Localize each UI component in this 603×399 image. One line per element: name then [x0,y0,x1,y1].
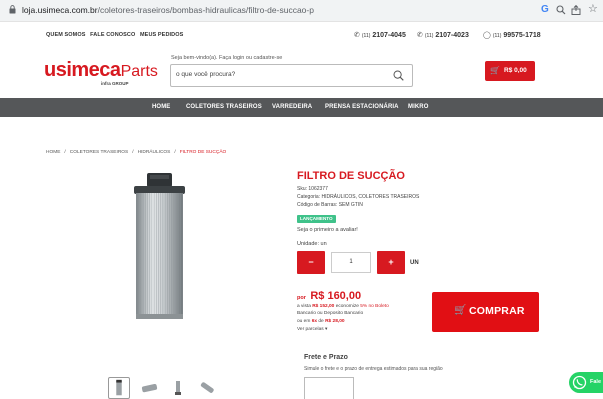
whatsapp-phone[interactable]: ◯ (11) 99575-1718 [483,31,541,39]
breadcrumb-hidraulicos[interactable]: HIDRÁULICOS [138,150,171,155]
product-sku: Sku: 1062377 [297,186,328,192]
whatsapp-float-button[interactable]: Fale [569,372,603,393]
nav-prensa-estacionaria[interactable]: PRENSA ESTACIONÁRIA [325,104,399,110]
breadcrumb-coletores[interactable]: COLETORES TRASEIROS [70,150,128,155]
google-icon[interactable]: G [541,4,549,16]
shipping-subtitle: Simule o frete e o prazo de entrega esti… [304,366,443,372]
unit-text: UN [410,260,419,266]
quantity-decrease-button[interactable]: − [297,251,325,274]
product-price: por R$ 160,00 [297,290,362,302]
installments-line: ou em 6x de R$ 28,00 [297,319,345,324]
price-value: R$ 160,00 [310,290,362,302]
phone-2[interactable]: ✆ (11) 2107-4023 [417,31,469,39]
rating-link[interactable]: Seja o primeiro a avaliar! [297,227,358,233]
browser-address-bar[interactable]: loja.usimeca.com.br/coletores-traseiros/… [0,0,603,22]
product-image[interactable] [131,173,188,319]
unit-label: Unidade: un [297,241,327,247]
share-icon[interactable] [571,5,581,15]
product-barcode: Código de Barras: SEM GTIN [297,202,363,208]
thumbnail-1[interactable] [108,377,130,399]
lock-icon [9,5,16,14]
whatsapp-label: Fale [590,379,602,385]
see-installments-link[interactable]: Ver parcelas ▾ [297,327,327,332]
cart-icon: 🛒 [454,305,467,316]
welcome-login-text[interactable]: Seja bem-vindo(a). Faça login ou cadastr… [171,55,282,61]
breadcrumb-home[interactable]: HOME [46,150,60,155]
cart-icon: 🛒 [490,66,500,75]
product-categories[interactable]: Categoria: HIDRÁULICOS, COLETORES TRASEI… [297,194,419,200]
url-host: loja.usimeca.com.br [22,5,98,15]
thumbnail-3[interactable] [167,377,189,399]
nav-home[interactable]: HOME [152,104,170,110]
phone-icon: ✆ [354,32,360,39]
quantity-input[interactable]: 1 [331,252,371,273]
shipping-title: Frete e Prazo [304,354,348,361]
thumbnail-4[interactable] [196,377,218,399]
whatsapp-small-icon: ◯ [483,32,491,39]
cart-value: R$ 0,00 [504,67,527,74]
cart-button[interactable]: 🛒 R$ 0,00 [485,61,535,81]
product-title: FILTRO DE SUCÇÃO [297,170,405,182]
main-nav: HOME COLETORES TRASEIROS VARREDEIRA PREN… [0,98,603,117]
buy-button[interactable]: 🛒 COMPRAR [432,292,539,332]
top-links: QUEM SOMOS FALE CONOSCO MEUS PEDIDOS [46,32,186,38]
usimeca-logo[interactable]: usimecaParts [44,60,158,82]
quem-somos-link[interactable]: QUEM SOMOS [46,32,86,38]
search-box[interactable] [170,64,413,87]
thumbnail-2[interactable] [139,377,161,399]
phone-1[interactable]: ✆ (11) 2107-4045 [354,31,406,39]
nav-mikro[interactable]: MIKRO [408,104,429,110]
logo-subtitle: infra GROUP [101,81,129,86]
cep-input[interactable] [304,377,354,399]
fale-conosco-link[interactable]: FALE CONOSCO [90,32,135,38]
nav-coletores-traseiros[interactable]: COLETORES TRASEIROS [186,104,262,110]
cash-price-line: a vista R$ 152,00 economize 5% no Boleto [297,304,389,309]
breadcrumb-current: FILTRO DE SUCÇÃO [179,150,227,155]
breadcrumb: HOME / COLETORES TRASEIROS / HIDRÁULICOS / FIL… [46,150,227,155]
nav-varredeira[interactable]: VARREDEIRA [272,104,312,110]
search-input[interactable] [176,71,376,78]
buy-button-label: COMPRAR [469,305,525,317]
search-icon[interactable] [393,70,404,81]
launch-badge: LANÇAMENTO [297,215,336,223]
zoom-icon[interactable] [556,5,566,15]
whatsapp-icon [572,375,587,390]
quantity-increase-button[interactable]: + [377,251,405,274]
meus-pedidos-link[interactable]: MEUS PEDIDOS [140,32,183,38]
url-path: /coletores-traseiros/bombas-hidraulicas/… [97,5,314,15]
phone-icon: ✆ [417,32,423,39]
url-text[interactable]: loja.usimeca.com.br/coletores-traseiros/… [22,5,314,15]
cash-price-line-2: Bancario ou Deposito Bancario [297,311,364,316]
star-icon[interactable]: ☆ [588,3,598,15]
